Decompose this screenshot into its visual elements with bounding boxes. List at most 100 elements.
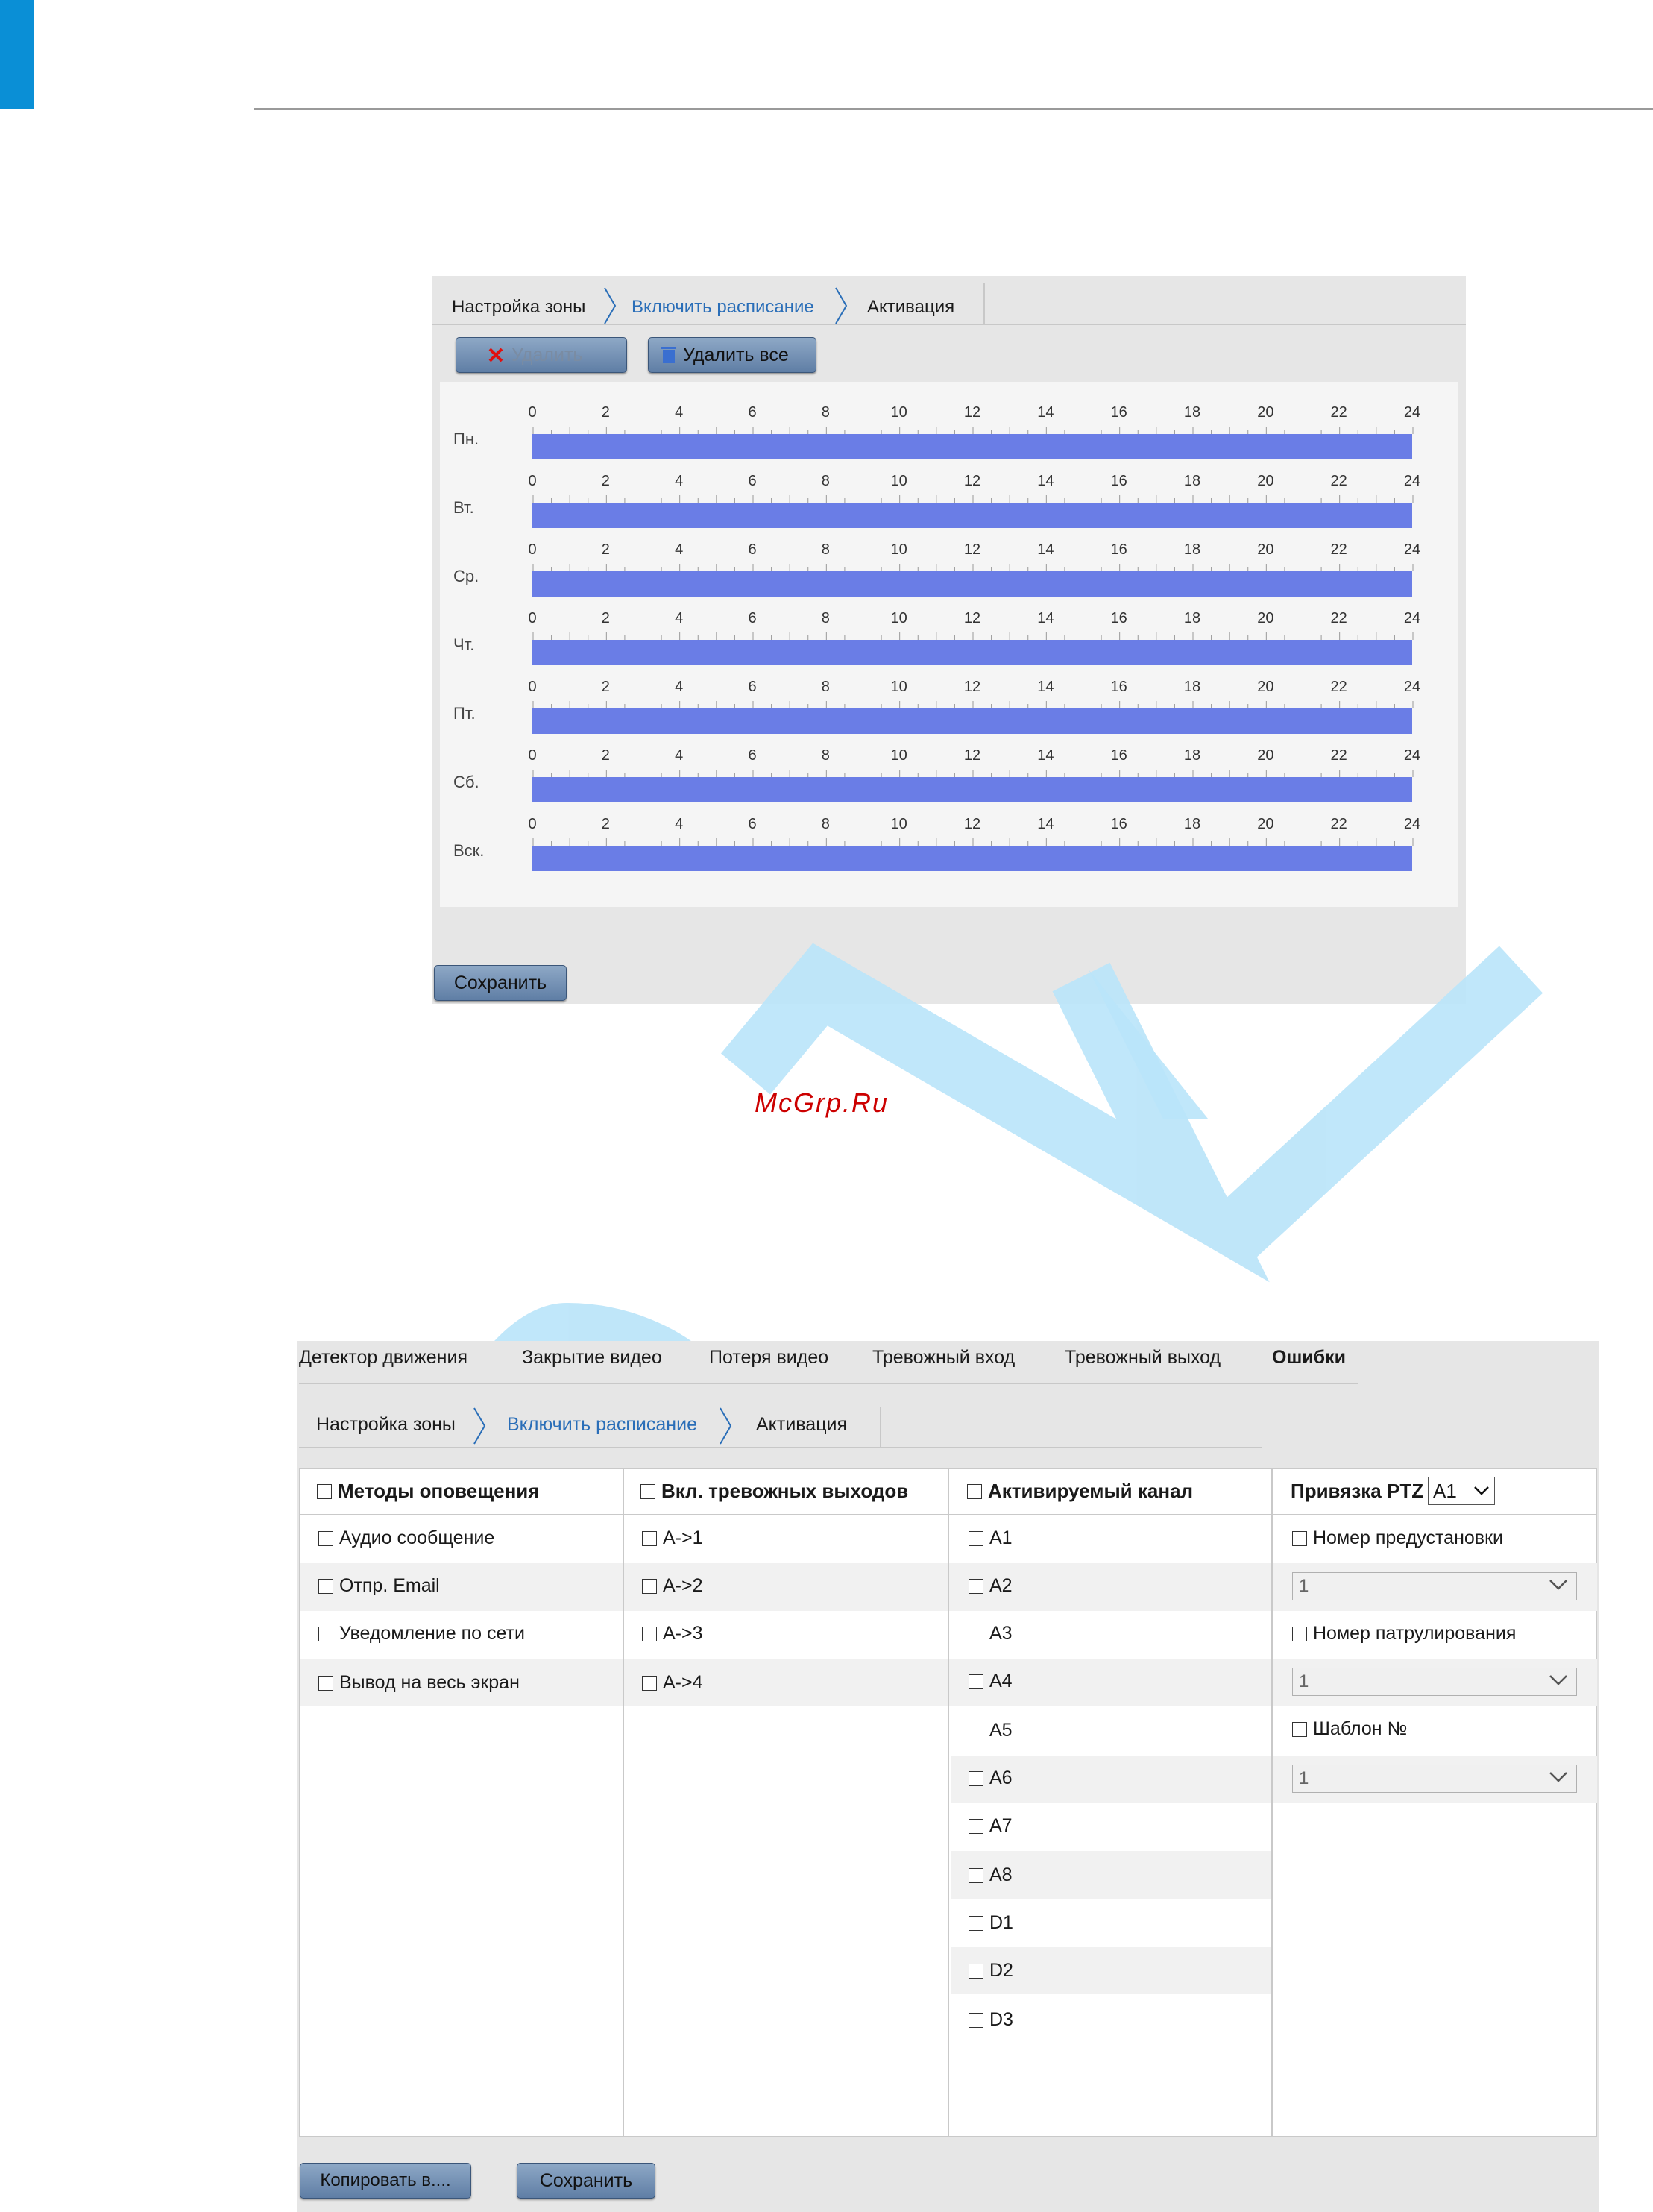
delete-button[interactable]: Удалить bbox=[456, 337, 627, 373]
nav-alarm-output[interactable]: Тревожный выход bbox=[1065, 1347, 1221, 1369]
alarm-output-item[interactable]: A->4 bbox=[642, 1672, 703, 1694]
hour-tick-label: 12 bbox=[963, 404, 981, 421]
schedule-bar[interactable] bbox=[532, 846, 1412, 871]
tab-schedule[interactable]: Включить расписание bbox=[632, 297, 814, 318]
save-button[interactable]: Сохранить bbox=[434, 965, 567, 1001]
checkbox[interactable] bbox=[642, 1626, 657, 1641]
hour-tick-label: 2 bbox=[601, 816, 610, 832]
checkbox[interactable] bbox=[1292, 1530, 1307, 1546]
hour-tick-label: 24 bbox=[1403, 816, 1421, 832]
hour-tick-label: 10 bbox=[890, 541, 907, 558]
hour-tick-label: 20 bbox=[1257, 747, 1274, 764]
column-divider bbox=[1271, 1469, 1273, 2137]
channel-item[interactable]: A2 bbox=[969, 1575, 1013, 1597]
checkbox[interactable] bbox=[969, 1530, 983, 1546]
hour-tick-label: 18 bbox=[1183, 816, 1201, 832]
channel-item[interactable]: A1 bbox=[969, 1527, 1013, 1549]
channels-header[interactable]: Активируемый канал bbox=[967, 1480, 1193, 1503]
channel-item[interactable]: A5 bbox=[969, 1720, 1013, 1741]
checkbox[interactable] bbox=[969, 1770, 983, 1786]
delete-all-button[interactable]: Удалить все bbox=[648, 337, 816, 373]
checkbox[interactable] bbox=[1292, 1626, 1307, 1641]
checkbox[interactable] bbox=[318, 1675, 333, 1691]
checkbox[interactable] bbox=[969, 1674, 983, 1689]
tab-activation[interactable]: Активация bbox=[867, 297, 954, 318]
hour-tick-label: 0 bbox=[528, 816, 537, 832]
ptz-template-select[interactable]: 1 bbox=[1292, 1765, 1577, 1793]
nav-video-loss[interactable]: Потеря видео bbox=[709, 1347, 828, 1369]
checkbox[interactable] bbox=[318, 1530, 333, 1546]
subtab-activation[interactable]: Активация bbox=[756, 1414, 847, 1436]
ptz-preset-option[interactable]: Номер предустановки bbox=[1292, 1527, 1503, 1549]
hour-tick-label: 4 bbox=[675, 404, 684, 421]
hour-tick-label: 8 bbox=[821, 679, 830, 695]
channels-all-checkbox[interactable] bbox=[967, 1483, 982, 1499]
alarm-outputs-all-checkbox[interactable] bbox=[640, 1483, 655, 1499]
day-label: Вск. bbox=[453, 841, 485, 860]
ptz-patrol-option[interactable]: Номер патрулирования bbox=[1292, 1623, 1516, 1644]
hour-tick-label: 16 bbox=[1110, 404, 1127, 421]
header-rule bbox=[254, 108, 1653, 110]
checkbox[interactable] bbox=[969, 2012, 983, 2028]
checkbox[interactable] bbox=[969, 1578, 983, 1594]
schedule-day-row: 0 2 4 6 8 10 12 14 16 18 20 22 24 Сб. bbox=[440, 725, 1458, 802]
item-label: A7 bbox=[989, 1815, 1013, 1836]
subtab-zone-setup[interactable]: Настройка зоны bbox=[316, 1414, 456, 1436]
alarm-outputs-header[interactable]: Вкл. тревожных выходов bbox=[640, 1480, 908, 1503]
tab-separator-icon bbox=[473, 1407, 486, 1445]
hour-tick-label: 20 bbox=[1257, 610, 1274, 626]
checkbox[interactable] bbox=[642, 1530, 657, 1546]
hour-tick-label: 22 bbox=[1330, 473, 1347, 489]
checkbox[interactable] bbox=[318, 1626, 333, 1641]
channel-item[interactable]: A6 bbox=[969, 1768, 1013, 1789]
tab-zone-setup[interactable]: Настройка зоны bbox=[452, 297, 585, 318]
methods-all-checkbox[interactable] bbox=[317, 1483, 332, 1499]
save-button[interactable]: Сохранить bbox=[517, 2163, 655, 2199]
chevron-down-icon bbox=[1549, 1675, 1567, 1685]
ptz-patrol-select[interactable]: 1 bbox=[1292, 1668, 1577, 1696]
checkbox[interactable] bbox=[969, 1963, 983, 1979]
hour-tick-label: 6 bbox=[748, 610, 757, 626]
nav-errors[interactable]: Ошибки bbox=[1272, 1347, 1346, 1369]
hour-tick-label: 2 bbox=[601, 473, 610, 489]
schedule-day-row: 0 2 4 6 8 10 12 14 16 18 20 22 24 Ср. bbox=[440, 519, 1458, 597]
channels-header-label: Активируемый канал bbox=[988, 1480, 1194, 1502]
subtab-schedule[interactable]: Включить расписание bbox=[507, 1414, 697, 1436]
checkbox[interactable] bbox=[1292, 1721, 1307, 1737]
item-label: A4 bbox=[989, 1671, 1013, 1691]
ptz-channel-select[interactable]: A1 bbox=[1428, 1477, 1495, 1505]
alarm-output-item[interactable]: A->3 bbox=[642, 1623, 703, 1644]
channel-item[interactable]: D3 bbox=[969, 2009, 1013, 2031]
methods-header[interactable]: Методы оповещения bbox=[317, 1480, 539, 1503]
nav-alarm-input[interactable]: Тревожный вход bbox=[872, 1347, 1015, 1369]
checkbox[interactable] bbox=[969, 1818, 983, 1834]
copy-to-button[interactable]: Копировать в.... bbox=[300, 2163, 471, 2199]
method-send-email[interactable]: Отпр. Email bbox=[318, 1575, 440, 1597]
alarm-output-item[interactable]: A->2 bbox=[642, 1575, 703, 1597]
checkbox[interactable] bbox=[642, 1675, 657, 1691]
channel-item[interactable]: A8 bbox=[969, 1864, 1013, 1886]
checkbox[interactable] bbox=[318, 1578, 333, 1594]
nav-motion-detector[interactable]: Детектор движения bbox=[299, 1347, 467, 1369]
nav-video-tampering[interactable]: Закрытие видео bbox=[522, 1347, 662, 1369]
nav-underline bbox=[299, 1383, 1358, 1384]
hour-ticks bbox=[532, 770, 1414, 777]
checkbox[interactable] bbox=[969, 1626, 983, 1641]
select-value: 1 bbox=[1299, 1576, 1309, 1596]
channel-item[interactable]: D1 bbox=[969, 1912, 1013, 1934]
channel-item[interactable]: A7 bbox=[969, 1815, 1013, 1837]
method-audio-message[interactable]: Аудио сообщение bbox=[318, 1527, 494, 1549]
method-fullscreen[interactable]: Вывод на весь экран bbox=[318, 1672, 520, 1694]
method-network-notify[interactable]: Уведомление по сети bbox=[318, 1623, 525, 1644]
channel-item[interactable]: D2 bbox=[969, 1960, 1013, 1982]
checkbox[interactable] bbox=[969, 1723, 983, 1738]
checkbox[interactable] bbox=[642, 1578, 657, 1594]
checkbox[interactable] bbox=[969, 1867, 983, 1883]
channel-item[interactable]: A3 bbox=[969, 1623, 1013, 1644]
checkbox[interactable] bbox=[969, 1915, 983, 1931]
hour-tick-label: 16 bbox=[1110, 679, 1127, 695]
ptz-preset-select[interactable]: 1 bbox=[1292, 1572, 1577, 1600]
alarm-output-item[interactable]: A->1 bbox=[642, 1527, 703, 1549]
channel-item[interactable]: A4 bbox=[969, 1671, 1013, 1692]
ptz-template-option[interactable]: Шаблон № bbox=[1292, 1718, 1407, 1740]
